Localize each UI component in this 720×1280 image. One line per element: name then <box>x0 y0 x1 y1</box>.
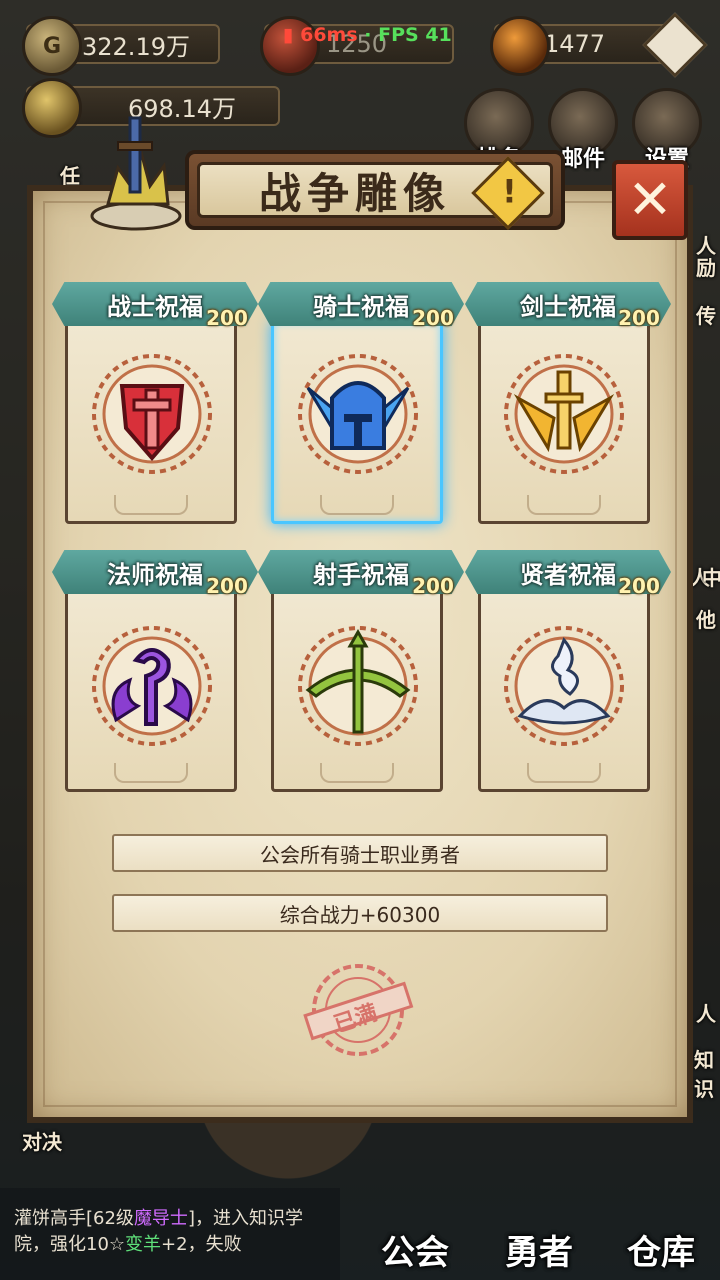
blessing-bonus-bar: 综合战力+60300 <box>112 894 608 932</box>
duel-label[interactable]: 对决 <box>22 1126 62 1155</box>
chat-line-2: 院，强化10☆变羊+2，失败 <box>14 1234 242 1255</box>
world-chat-feed[interactable]: 灌饼高手[62级魔导士]，进入知识学 院，强化10☆变羊+2，失败 <box>0 1188 340 1280</box>
mage-flame-icon <box>92 626 212 746</box>
side-label-right-6: 他 <box>696 608 716 632</box>
side-label-right-8: 知识 <box>694 1048 714 1101</box>
close-icon: ✕ <box>627 168 673 231</box>
card-ornament <box>114 495 188 515</box>
mage-level-badge: 200 <box>206 574 248 598</box>
knight-helmet-icon <box>298 354 418 474</box>
blessing-bonus-text: 综合战力+60300 <box>279 902 441 927</box>
card-ornament <box>320 495 394 515</box>
side-label-right-5: 中 <box>702 566 720 590</box>
nav-warehouse-button[interactable]: 仓库 <box>602 1195 720 1280</box>
settings-button[interactable]: 设置 <box>632 88 702 172</box>
coin-icon: G <box>22 16 82 76</box>
crossbow-icon <box>298 626 418 746</box>
card-ornament <box>114 763 188 783</box>
warrior-shield-icon <box>92 354 212 474</box>
ranking-button[interactable]: 排名 <box>464 88 534 172</box>
card-ornament <box>527 495 601 515</box>
blessing-target-bar: 公会所有骑士职业勇者 <box>112 834 608 872</box>
sage-level-badge: 200 <box>618 574 660 598</box>
crystal-value: 1477 <box>544 30 606 58</box>
nav-guild-button[interactable]: 公会 <box>356 1195 474 1280</box>
mail-button[interactable]: 邮件 <box>548 88 618 172</box>
mage-blessing-label: 法师祝福 <box>107 560 203 589</box>
perf-separator: · <box>364 24 372 46</box>
blessing-target-text: 公会所有骑士职业勇者 <box>260 842 460 867</box>
warrior-level-badge: 200 <box>206 306 248 330</box>
nav-heroes-label: 勇者 <box>505 1233 573 1273</box>
sage-blessing-label: 贤者祝福 <box>520 560 616 589</box>
swordsman-blessing-label: 剑士祝福 <box>520 292 616 321</box>
side-label-right-3: 传 <box>696 304 716 328</box>
war-statue-icon <box>90 116 182 231</box>
nav-guild-label: 公会 <box>381 1233 449 1273</box>
winged-sword-icon <box>504 354 624 474</box>
coin-value: 322.19万 <box>82 32 190 61</box>
signal-icon: ▮ <box>283 24 294 46</box>
nav-heroes-button[interactable]: 勇者 <box>480 1195 598 1280</box>
swordsman-level-badge: 200 <box>618 306 660 330</box>
archer-level-badge: 200 <box>412 574 454 598</box>
dialog-title: 战争雕像 <box>258 168 451 218</box>
sage-spirit-icon <box>504 626 624 746</box>
fps-value: FPS 41 <box>378 24 452 46</box>
close-button[interactable]: ✕ <box>612 160 688 240</box>
performance-indicator: ▮ 66ms · FPS 41 <box>283 24 452 46</box>
knight-blessing-label: 骑士祝福 <box>313 292 409 321</box>
archer-blessing-label: 射手祝福 <box>313 560 409 589</box>
card-ornament <box>320 763 394 783</box>
nav-warehouse-label: 仓库 <box>627 1233 695 1273</box>
mail-label: 邮件 <box>560 147 606 172</box>
coin-counter: G 322.19万 <box>22 16 220 76</box>
warrior-blessing-label: 战士祝福 <box>107 292 203 321</box>
crystal-icon <box>490 16 550 76</box>
side-label-right-7: 人 <box>696 1002 716 1026</box>
knight-level-badge: 200 <box>412 306 454 330</box>
ping-value: 66ms <box>300 24 358 46</box>
laurel-icon <box>22 78 82 138</box>
chat-line-1: 灌饼高手[62级魔导士]，进入知识学 <box>14 1208 303 1229</box>
side-label-right-2: 励 <box>696 256 716 280</box>
card-ornament <box>527 763 601 783</box>
